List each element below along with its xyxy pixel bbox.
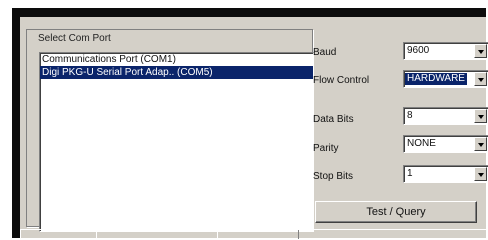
list-item-com5[interactable]: Digi PKG-U Serial Port Adap.. (COM5)	[40, 66, 313, 79]
test-query-button[interactable]: Test / Query	[315, 201, 477, 223]
parity-label: Parity	[313, 143, 339, 154]
tab-strip	[20, 229, 486, 239]
list-item-com1[interactable]: Communications Port (COM1)	[40, 53, 313, 66]
data-bits-value: 8	[407, 110, 413, 121]
stop-bits-select[interactable]: 1	[403, 165, 488, 183]
parity-select[interactable]: NONE	[403, 135, 488, 153]
chevron-down-icon[interactable]	[474, 44, 487, 58]
baud-value: 9600	[407, 45, 430, 56]
flow-control-value: HARDWARE	[405, 73, 467, 85]
chevron-down-icon[interactable]	[474, 109, 487, 123]
baud-label: Baud	[313, 47, 337, 58]
com-port-list[interactable]: Communications Port (COM1) Digi PKG-U Se…	[39, 52, 314, 232]
parity-value: NONE	[407, 138, 436, 149]
data-bits-label: Data Bits	[313, 114, 354, 125]
stop-bits-value: 1	[407, 168, 413, 179]
com-port-groupbox: Select Com Port Communications Port (COM…	[26, 29, 314, 232]
com-port-group-label: Select Com Port	[37, 33, 112, 45]
chevron-down-icon[interactable]	[474, 167, 487, 181]
tab-3[interactable]	[217, 230, 299, 239]
flow-control-select[interactable]: HARDWARE	[403, 70, 488, 88]
tab-1[interactable]	[20, 230, 97, 239]
chevron-down-icon[interactable]	[474, 137, 487, 151]
stop-bits-label: Stop Bits	[313, 171, 354, 182]
baud-select[interactable]: 9600	[403, 42, 488, 60]
data-bits-select[interactable]: 8	[403, 107, 488, 125]
tab-2[interactable]	[96, 230, 218, 239]
com-port-panel: Select Com Port Communications Port (COM…	[20, 17, 488, 239]
chevron-down-icon[interactable]	[474, 72, 487, 86]
flow-control-label: Flow Control	[313, 75, 370, 86]
